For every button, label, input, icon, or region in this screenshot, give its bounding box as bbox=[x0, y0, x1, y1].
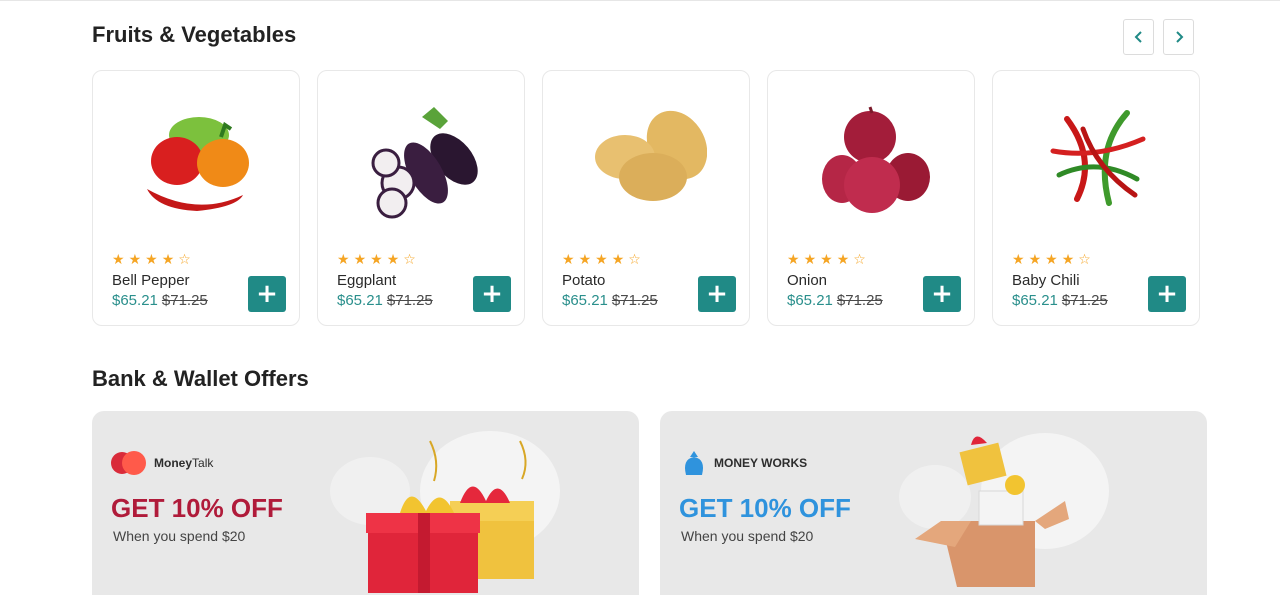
offer-banner-moneytalk[interactable]: MoneyTalk GET 10% OFF When you spend $20 bbox=[92, 411, 639, 595]
chat-bubbles-icon bbox=[111, 451, 146, 475]
rating-stars: ★ ★ ★ ★ ☆ bbox=[787, 253, 866, 267]
product-card-baby-chili[interactable]: ★ ★ ★ ★ ☆ Baby Chili $65.21 $71.25 + bbox=[992, 70, 1200, 326]
product-card-bell-pepper[interactable]: ★ ★ ★ ★ ☆ Bell Pepper $65.21 $71.25 + bbox=[92, 70, 300, 326]
rating-stars: ★ ★ ★ ★ ☆ bbox=[1012, 253, 1091, 267]
star-icon: ★ bbox=[370, 252, 383, 268]
potato-image bbox=[595, 110, 707, 201]
star-empty-icon: ☆ bbox=[178, 252, 191, 268]
carousel-next-button[interactable] bbox=[1163, 19, 1194, 55]
star-icon: ★ bbox=[1012, 252, 1025, 268]
star-icon: ★ bbox=[1028, 252, 1042, 268]
star-icon: ★ bbox=[337, 252, 350, 268]
rating-stars: ★ ★ ★ ★ ☆ bbox=[112, 253, 191, 267]
product-price: $65.21 $71.25 bbox=[1012, 292, 1108, 309]
offer-headline: GET 10% OFF bbox=[679, 493, 851, 523]
onion-image bbox=[822, 106, 930, 213]
chevron-right-icon bbox=[1175, 31, 1183, 43]
star-icon: ★ bbox=[112, 252, 125, 268]
section-title-offers: Bank & Wallet Offers bbox=[92, 366, 309, 391]
bell-pepper-image bbox=[147, 117, 249, 211]
offer-subtext: When you spend $20 bbox=[113, 528, 246, 544]
brand-logo-moneyworks: MONEY WORKS bbox=[678, 449, 807, 477]
star-icon: ★ bbox=[787, 252, 800, 268]
star-empty-icon: ☆ bbox=[403, 252, 416, 268]
star-icon: ★ bbox=[1045, 252, 1058, 268]
star-icon: ★ bbox=[1061, 252, 1075, 268]
star-icon: ★ bbox=[353, 252, 367, 268]
product-card-onion[interactable]: ★ ★ ★ ★ ☆ Onion $65.21 $71.25 + bbox=[767, 70, 975, 326]
product-price: $65.21 $71.25 bbox=[787, 292, 883, 309]
star-icon: ★ bbox=[803, 252, 817, 268]
product-card-eggplant[interactable]: ★ ★ ★ ★ ☆ Eggplant $65.21 $71.25 + bbox=[317, 70, 525, 326]
star-icon: ★ bbox=[836, 252, 850, 268]
brand-logo-moneytalk: MoneyTalk bbox=[110, 449, 213, 477]
star-empty-icon: ☆ bbox=[853, 252, 866, 268]
section-title-fruits: Fruits & Vegetables bbox=[92, 22, 297, 47]
old-price: $71.25 bbox=[1061, 292, 1108, 309]
current-price: $65.21 bbox=[562, 292, 608, 309]
star-empty-icon: ☆ bbox=[1078, 252, 1091, 268]
offer-banner-moneyworks[interactable]: MONEY WORKS GET 10% OFF When you spend $… bbox=[660, 411, 1207, 595]
current-price: $65.21 bbox=[1012, 292, 1058, 309]
current-price: $65.21 bbox=[787, 292, 833, 309]
product-name: Potato bbox=[562, 272, 606, 289]
add-to-cart-button[interactable]: + bbox=[1148, 276, 1186, 312]
chevron-left-icon bbox=[1134, 31, 1142, 43]
product-price: $65.21 $71.25 bbox=[562, 292, 658, 309]
rating-stars: ★ ★ ★ ★ ☆ bbox=[562, 253, 641, 267]
star-icon: ★ bbox=[562, 252, 575, 268]
old-price: $71.25 bbox=[161, 292, 208, 309]
star-icon: ★ bbox=[161, 252, 175, 268]
old-price: $71.25 bbox=[611, 292, 658, 309]
old-price: $71.25 bbox=[836, 292, 883, 309]
money-bag-icon bbox=[685, 451, 703, 475]
add-to-cart-button[interactable]: + bbox=[248, 276, 286, 312]
star-icon: ★ bbox=[145, 252, 158, 268]
current-price: $65.21 bbox=[337, 292, 383, 309]
product-price: $65.21 $71.25 bbox=[112, 292, 208, 309]
chili-image bbox=[1050, 110, 1146, 206]
brand-name: MoneyTalk bbox=[154, 456, 214, 470]
rating-stars: ★ ★ ★ ★ ☆ bbox=[337, 253, 416, 267]
offer-subtext: When you spend $20 bbox=[681, 528, 814, 544]
product-name: Onion bbox=[787, 272, 828, 289]
offer-headline: GET 10% OFF bbox=[111, 493, 283, 523]
add-to-cart-button[interactable]: + bbox=[473, 276, 511, 312]
gift-box-illustration bbox=[330, 431, 560, 593]
old-price: $71.25 bbox=[386, 292, 433, 309]
brand-name: MONEY WORKS bbox=[714, 456, 808, 470]
star-icon: ★ bbox=[820, 252, 833, 268]
carousel-prev-button[interactable] bbox=[1123, 19, 1154, 55]
eggplant-image bbox=[371, 107, 478, 219]
top-divider bbox=[0, 0, 1280, 1]
gift-box-illustration bbox=[899, 433, 1109, 587]
star-empty-icon: ☆ bbox=[628, 252, 641, 268]
add-to-cart-button[interactable]: + bbox=[923, 276, 961, 312]
add-to-cart-button[interactable]: + bbox=[698, 276, 736, 312]
star-icon: ★ bbox=[386, 252, 400, 268]
product-card-potato[interactable]: ★ ★ ★ ★ ☆ Potato $65.21 $71.25 + bbox=[542, 70, 750, 326]
current-price: $65.21 bbox=[112, 292, 158, 309]
star-icon: ★ bbox=[578, 252, 592, 268]
product-price: $65.21 $71.25 bbox=[337, 292, 433, 309]
star-icon: ★ bbox=[595, 252, 608, 268]
star-icon: ★ bbox=[128, 252, 142, 268]
star-icon: ★ bbox=[611, 252, 625, 268]
product-name: Baby Chili bbox=[1012, 272, 1080, 289]
product-name: Eggplant bbox=[337, 272, 397, 289]
product-name: Bell Pepper bbox=[112, 272, 190, 289]
